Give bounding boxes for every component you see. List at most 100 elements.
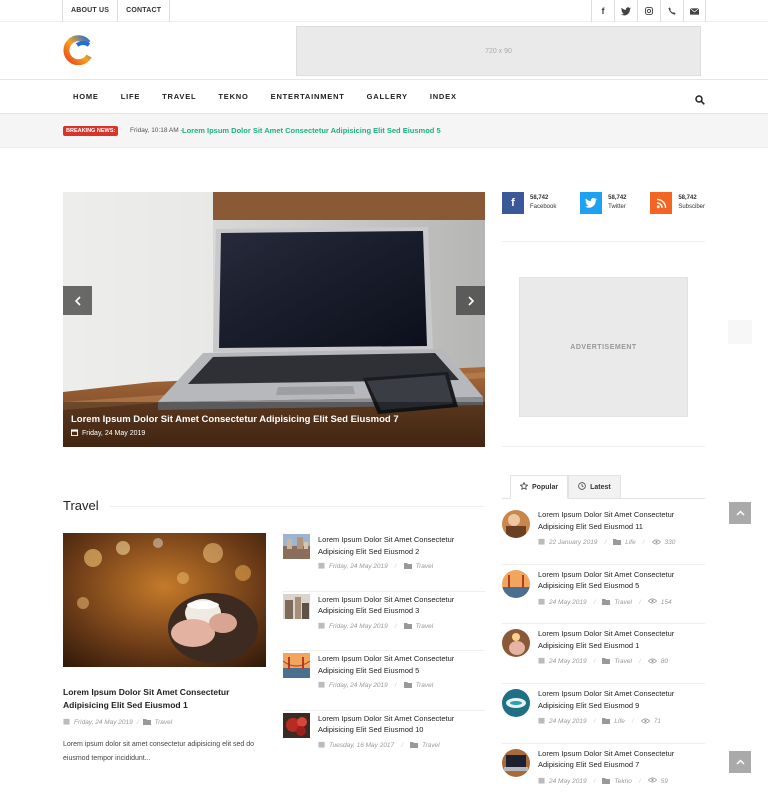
travel-featured-meta: Friday, 24 May 2019 / Travel [63,718,172,727]
list-item[interactable]: Lorem Ipsum Dolor Sit Amet Consectetur A… [283,532,485,592]
list-item[interactable]: Lorem Ipsum Dolor Sit Amet Consectetur A… [283,592,485,652]
post-category[interactable]: Travel [155,719,173,726]
travel-featured-image[interactable] [63,533,266,667]
post-category[interactable]: Travel [614,658,632,665]
twitter-counter[interactable]: 58,742 Twitter [580,192,627,241]
post-title[interactable]: Lorem Ipsum Dolor Sit Amet Consectetur A… [318,653,485,676]
rss-counter[interactable]: 58,742 Subsciber [650,192,705,241]
nav-item-life[interactable]: LIFE [110,80,151,114]
post-thumbnail[interactable] [283,653,310,679]
site-logo[interactable] [63,35,93,66]
nav-item-travel[interactable]: TRAVEL [151,80,207,114]
nav-menu: HOME LIFE TRAVEL TEKNO ENTERTAINMENT GAL… [62,80,468,114]
list-item[interactable]: Lorem Ipsum Dolor Sit Amet Consectetur A… [502,744,705,794]
post-thumbnail[interactable] [502,689,530,718]
post-title[interactable]: Lorem Ipsum Dolor Sit Amet Consectetur A… [538,569,705,592]
post-title[interactable]: Lorem Ipsum Dolor Sit Amet Consectetur A… [318,534,485,557]
post-title[interactable]: Lorem Ipsum Dolor Sit Amet Consectetur A… [538,628,705,651]
post-category[interactable]: Tekno [614,778,631,785]
travel-featured-title[interactable]: Lorem Ipsum Dolor Sit Amet Consectetur A… [63,686,266,712]
slider-image [63,192,485,447]
nav-item-gallery[interactable]: GALLERY [356,80,419,114]
post-thumbnail[interactable] [502,748,530,777]
post-category[interactable]: Travel [416,563,434,570]
post-thumbnail[interactable] [502,510,530,538]
post-meta: 22 January 2019 / Life / 330 [538,538,675,547]
list-item[interactable]: Lorem Ipsum Dolor Sit Amet Consectetur A… [502,505,705,565]
about-us-link[interactable]: ABOUT US [62,0,119,22]
post-category[interactable]: Life [625,539,635,546]
calendar-icon [538,777,545,786]
folder-icon [409,741,418,750]
post-date: 24 May 2019 [549,718,587,726]
mail-icon[interactable] [683,0,706,22]
twitter-icon[interactable] [614,0,637,22]
post-category[interactable]: Travel [422,742,440,749]
post-thumbnail[interactable] [502,569,530,598]
twitter-count: 58,742 [608,195,627,201]
facebook-count: 58,742 [530,195,549,201]
post-date: Friday, 24 May 2019 [329,682,388,690]
post-date: Tuesday, 16 May 2017 [329,741,395,749]
tab-popular-label: Popular [532,483,559,491]
calendar-icon [538,717,545,726]
search-icon[interactable] [695,92,706,105]
star-icon [519,481,529,492]
post-category[interactable]: Life [614,718,624,725]
header-ad-label: 720 x 90 [485,47,512,55]
phone-icon[interactable] [660,0,683,22]
list-item[interactable]: Lorem Ipsum Dolor Sit Amet Consectetur A… [283,651,485,711]
post-thumbnail[interactable] [283,534,310,559]
contact-link[interactable]: CONTACT [118,0,171,22]
list-item[interactable]: Lorem Ipsum Dolor Sit Amet Consectetur A… [502,565,705,625]
post-meta: 24 May 2019 / Travel / 154 [538,598,672,607]
chevron-up-icon [735,759,745,765]
popular-post-list: Lorem Ipsum Dolor Sit Amet Consectetur A… [502,505,705,794]
featured-slider[interactable]: Lorem Ipsum Dolor Sit Amet Consectetur A… [63,192,485,447]
post-title[interactable]: Lorem Ipsum Dolor Sit Amet Consectetur A… [538,688,705,711]
folder-icon [602,598,611,607]
slider-title[interactable]: Lorem Ipsum Dolor Sit Amet Consectetur A… [71,414,399,425]
folder-icon [613,538,622,547]
nav-item-tekno[interactable]: TEKNO [207,80,259,114]
tab-popular[interactable]: Popular [510,475,569,499]
slider-prev-button[interactable] [63,286,92,315]
post-thumbnail[interactable] [283,593,310,619]
travel-post-list: Lorem Ipsum Dolor Sit Amet Consectetur A… [283,532,485,770]
post-category[interactable]: Travel [416,682,434,689]
scroll-to-top-button-bottom[interactable] [729,751,751,773]
tab-latest[interactable]: Latest [568,475,621,499]
facebook-icon[interactable]: f [591,0,614,22]
list-item[interactable]: Lorem Ipsum Dolor Sit Amet Consectetur A… [502,684,705,744]
post-thumbnail[interactable] [283,712,310,738]
post-title[interactable]: Lorem Ipsum Dolor Sit Amet Consectetur A… [538,509,705,532]
view-count: 71 [653,718,661,726]
list-item[interactable]: Lorem Ipsum Dolor Sit Amet Consectetur A… [283,711,485,771]
post-meta: 24 May 2019 / Life / 71 [538,717,661,726]
post-title[interactable]: Lorem Ipsum Dolor Sit Amet Consectetur A… [318,713,485,736]
instagram-icon[interactable] [637,0,660,22]
nav-item-index[interactable]: INDEX [419,80,468,114]
scroll-to-top-button[interactable] [729,502,751,524]
post-category[interactable]: Travel [614,599,632,606]
post-meta: Friday, 24 May 2019 / Travel [318,562,433,571]
view-count: 154 [660,598,672,606]
post-thumbnail[interactable] [502,629,530,658]
post-date: 24 May 2019 [549,598,587,606]
travel-section-title: Travel [63,498,99,513]
post-category[interactable]: Travel [416,623,434,630]
facebook-counter[interactable]: f 58,742 Facebook [502,192,556,241]
nav-item-entertainment[interactable]: ENTERTAINMENT [260,80,356,114]
rss-label: Subsciber [678,204,705,210]
post-title[interactable]: Lorem Ipsum Dolor Sit Amet Consectetur A… [318,594,485,617]
sidebar-advertisement[interactable]: ADVERTISEMENT [519,277,688,417]
folder-icon [602,777,611,786]
facebook-icon: f [502,192,524,214]
view-count: 59 [660,777,668,785]
nav-item-home[interactable]: HOME [62,80,110,114]
breaking-news-link[interactable]: Lorem Ipsum Dolor Sit Amet Consectetur A… [182,126,441,136]
header-ad-banner[interactable]: 720 x 90 [296,26,701,76]
list-item[interactable]: Lorem Ipsum Dolor Sit Amet Consectetur A… [502,624,705,685]
slider-next-button[interactable] [456,286,485,315]
post-title[interactable]: Lorem Ipsum Dolor Sit Amet Consectetur A… [538,748,705,771]
